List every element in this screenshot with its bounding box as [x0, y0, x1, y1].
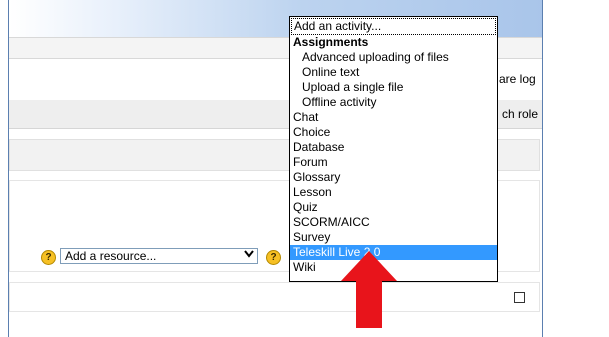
dropdown-option[interactable]: Choice — [290, 125, 497, 140]
dropdown-option[interactable]: SCORM/AICC — [290, 215, 497, 230]
dropdown-option[interactable]: Online text — [290, 65, 497, 80]
dropdown-group-label: Assignments — [293, 35, 369, 49]
dropdown-option[interactable]: Advanced uploading of files — [290, 50, 497, 65]
login-info-text: are log — [499, 72, 536, 86]
dropdown-option[interactable]: Quiz — [290, 200, 497, 215]
dropdown-option[interactable]: Glossary — [290, 170, 497, 185]
dropdown-option[interactable]: Forum — [290, 155, 497, 170]
frame-border-right — [542, 0, 543, 337]
course-section-next — [9, 282, 540, 312]
add-activity-dropdown[interactable]: Add an activity... Assignments Advanced up… — [289, 16, 498, 282]
dropdown-option[interactable]: Lesson — [290, 185, 497, 200]
red-arrow-up-icon — [341, 251, 397, 328]
dropdown-option[interactable]: Database — [290, 140, 497, 155]
dropdown-option[interactable]: Survey — [290, 230, 497, 245]
dropdown-option[interactable]: Offline activity — [290, 95, 497, 110]
dropdown-option[interactable]: Add an activity... — [291, 18, 496, 35]
add-resource-select-value: Add a resource... — [65, 249, 157, 263]
section-checkbox[interactable] — [514, 292, 525, 303]
resource-help-icon[interactable]: ? — [41, 250, 56, 265]
switch-role-button[interactable]: ch role — [502, 107, 538, 121]
dropdown-option[interactable]: Upload a single file — [290, 80, 497, 95]
dropdown-option[interactable]: Chat — [290, 110, 497, 125]
activity-help-icon[interactable]: ? — [266, 250, 281, 265]
chevron-down-icon[interactable] — [241, 249, 257, 263]
add-resource-select[interactable]: Add a resource... — [60, 248, 258, 264]
